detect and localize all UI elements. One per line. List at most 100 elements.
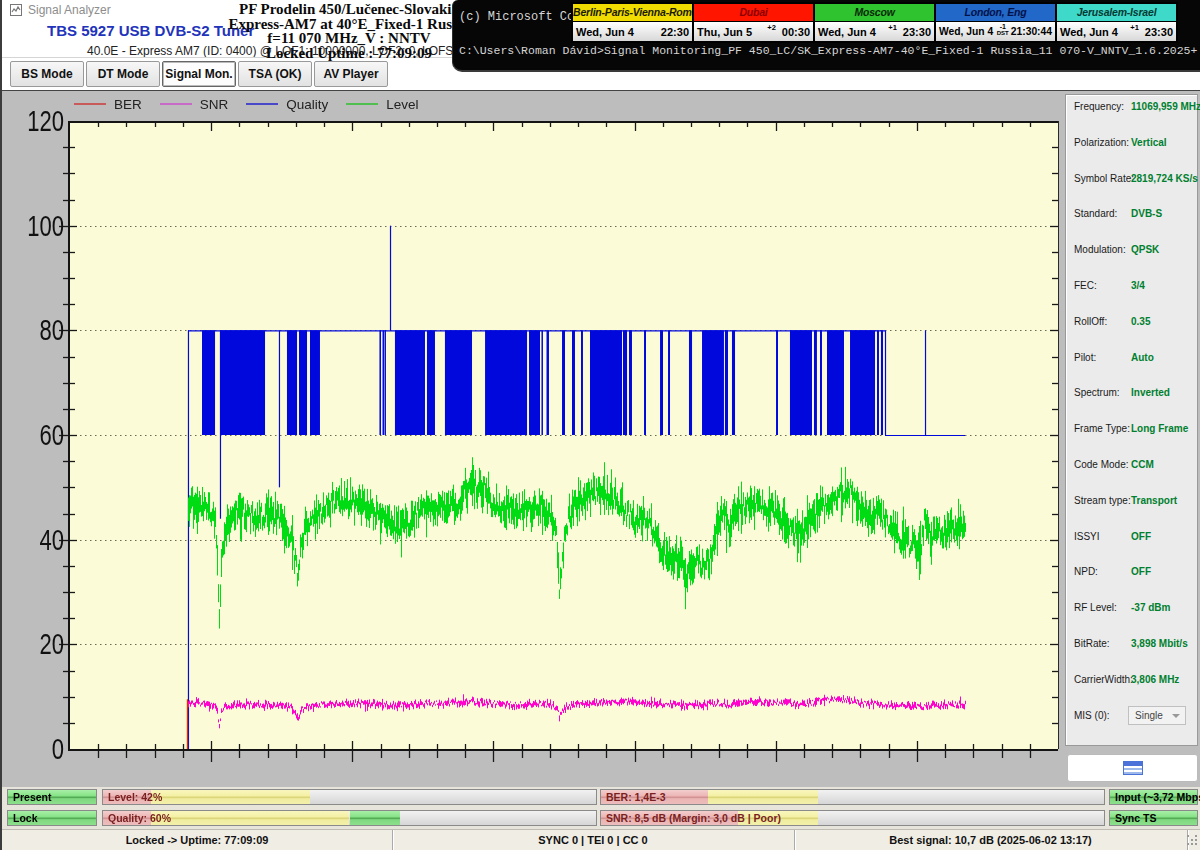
tuner-title: TBS 5927 USB DVB-S2 Tuner <box>47 22 254 39</box>
clock-date: Thu, Jun 5 <box>694 26 752 38</box>
signal-chart: BERSNRQualityLevel 020406080100120 <box>12 93 1059 784</box>
y-axis-label: 40 <box>24 525 64 555</box>
param-label: CarrierWidth: <box>1074 674 1133 685</box>
meter-fill-yellow <box>151 811 350 825</box>
status-meters: PresentLockLevel: 42%Quality: 60%BER: 1,… <box>2 787 1200 829</box>
param-row: Stream type:Transport <box>1066 495 1197 511</box>
meter-label: Lock <box>13 811 38 825</box>
clock-datetime: Wed, Jun 422:30 <box>573 22 692 41</box>
clock-city: Jerusalem-Israel <box>1057 4 1176 22</box>
ts-list-icon <box>1123 761 1143 775</box>
param-row: Polarization:Vertical <box>1066 137 1197 153</box>
clock-utc-offset: +1 <box>1130 23 1139 32</box>
legend-label: SNR <box>200 97 229 112</box>
resize-grip[interactable] <box>1187 835 1199 847</box>
param-row: ISSYIOFF <box>1066 531 1197 547</box>
param-row-mis: MIS (0):Single <box>1066 710 1197 726</box>
param-row: BitRate: 3,898 Mbit/s <box>1066 638 1197 654</box>
y-axis-label: 120 <box>24 106 64 136</box>
legend-swatch-level <box>346 103 378 105</box>
status-section: Locked -> Uptime: 77:09:09 <box>2 830 393 850</box>
clock-datetime: Wed, Jun 4-1DST21:30:44 <box>936 22 1055 41</box>
param-label: Frequency: <box>1074 101 1124 112</box>
param-label: Frame Type: <box>1074 423 1130 434</box>
legend-label: BER <box>114 97 142 112</box>
meter-label: SNR: 8,5 dB (Margin: 3,0 dB | Poor) <box>606 811 781 825</box>
param-label: Polarization: <box>1074 137 1129 148</box>
param-label: Stream type: <box>1074 495 1131 506</box>
meter-lock: Lock <box>7 810 97 826</box>
status-bar: Locked -> Uptime: 77:09:09SYNC 0 | TEI 0… <box>2 829 1200 850</box>
param-value: Transport <box>1131 495 1177 506</box>
meter-label: Sync TS <box>1115 811 1156 825</box>
status-section: SYNC 0 | TEI 0 | CC 0 <box>392 830 795 850</box>
param-label: FEC: <box>1074 280 1097 291</box>
param-row: Modulation:QPSK <box>1066 244 1197 260</box>
legend-item-level: Level <box>346 97 418 112</box>
param-label: Standard: <box>1074 208 1117 219</box>
param-value: -37 dBm <box>1131 602 1170 613</box>
param-value: 2819,724 KS/s <box>1131 173 1198 184</box>
tab-signal-mon-[interactable]: Signal Mon. <box>162 61 236 87</box>
param-label: RollOff: <box>1074 316 1107 327</box>
clock-dubai: DubaiThu, Jun 5+200:30 <box>692 2 815 43</box>
param-row: Pilot: Auto <box>1066 352 1197 368</box>
legend-item-snr: SNR <box>160 97 229 112</box>
mode-tabs: BS ModeDT ModeSignal Mon.TSA (OK)AV Play… <box>2 61 454 88</box>
param-value: 3,806 MHz <box>1131 674 1179 685</box>
parameters-panel: Frequency: 11069,959 MHz Polarization:Vert… <box>1065 94 1198 746</box>
mis-select[interactable]: Single <box>1128 706 1186 725</box>
meter-level: Level: 42% <box>102 789 597 805</box>
param-value: DVB-S <box>1131 208 1162 219</box>
tab-av-player[interactable]: AV Player <box>314 61 388 87</box>
param-label: Pilot: <box>1074 352 1096 363</box>
param-value: 3/4 <box>1131 280 1145 291</box>
clock-time: 23:30 <box>1145 26 1176 38</box>
content-area: BERSNRQualityLevel 020406080100120 Frequ… <box>2 90 1200 787</box>
tab-tsa-ok-[interactable]: TSA (OK) <box>238 61 312 87</box>
param-value: 11069,959 MHz <box>1131 101 1200 112</box>
clock-london-eng: London, EngWed, Jun 4-1DST21:30:44 <box>934 2 1057 43</box>
status-section: Best signal: 10,7 dB (2025-06-02 13:17) <box>794 830 1188 850</box>
chart-canvas <box>12 93 1059 784</box>
clock-city: Berlin-Paris-Vienna-Roma <box>573 4 692 22</box>
clock-jerusalem-israel: Jerusalem-IsraelWed, Jun 4+123:30 <box>1055 2 1178 43</box>
ts-info-button[interactable] <box>1067 754 1198 782</box>
console-prompt: C:\Users\Roman Dávid>Signal Monitoring_P… <box>459 44 1197 57</box>
world-clocks: Berlin-Paris-Vienna-RomaWed, Jun 422:30D… <box>571 2 1178 43</box>
param-label: BitRate: <box>1074 638 1110 649</box>
meter-label: Quality: 60% <box>108 811 171 825</box>
meter-input-3-72-mbps-: Input (~3,72 Mbps) <box>1109 789 1198 805</box>
tab-dt-mode[interactable]: DT Mode <box>86 61 160 87</box>
meter-quality: Quality: 60% <box>102 810 597 826</box>
window-title: Signal Analyzer <box>28 3 111 17</box>
annotation-line: Locked Uptime : 77:09:09 <box>228 46 469 61</box>
param-value: Inverted <box>1131 387 1170 398</box>
param-label: ISSYI <box>1074 531 1100 542</box>
param-label: Spectrum: <box>1074 387 1120 398</box>
legend-label: Quality <box>286 97 328 112</box>
clock-datetime: Thu, Jun 5+200:30 <box>694 22 813 41</box>
clock-moscow: MoscowWed, Jun 4+123:30 <box>813 2 936 43</box>
monitoring-annotation: PF Prodelin 450/Lučenec-Slovakia Express… <box>228 0 469 60</box>
param-label: Symbol Rate: <box>1074 173 1134 184</box>
param-label: Code Mode: <box>1074 459 1128 470</box>
param-row: NPD:OFF <box>1066 566 1197 582</box>
meter-label: Level: 42% <box>108 790 162 804</box>
clock-datetime: Wed, Jun 4+123:30 <box>815 22 934 41</box>
chart-legend: BER SNR Quality Level <box>74 96 437 112</box>
param-row: CarrierWidth:3,806 MHz <box>1066 674 1197 690</box>
clock-city: Dubai <box>694 4 813 22</box>
param-value: Auto <box>1131 352 1154 363</box>
clock-time: 22:30 <box>661 26 692 38</box>
param-row: RollOff:0.35 <box>1066 316 1197 332</box>
param-value: 3,898 Mbit/s <box>1131 638 1188 649</box>
meter-ber: BER: 1,4E-3 <box>600 789 1105 805</box>
param-label: NPD: <box>1074 566 1098 577</box>
clock-time: 00:30 <box>782 26 813 38</box>
y-axis-label: 20 <box>24 629 64 659</box>
param-value: Long Frame <box>1131 423 1188 434</box>
param-value: QPSK <box>1131 244 1159 255</box>
tab-bs-mode[interactable]: BS Mode <box>10 61 84 87</box>
clock-dst-offset: -1DST <box>997 24 1009 36</box>
